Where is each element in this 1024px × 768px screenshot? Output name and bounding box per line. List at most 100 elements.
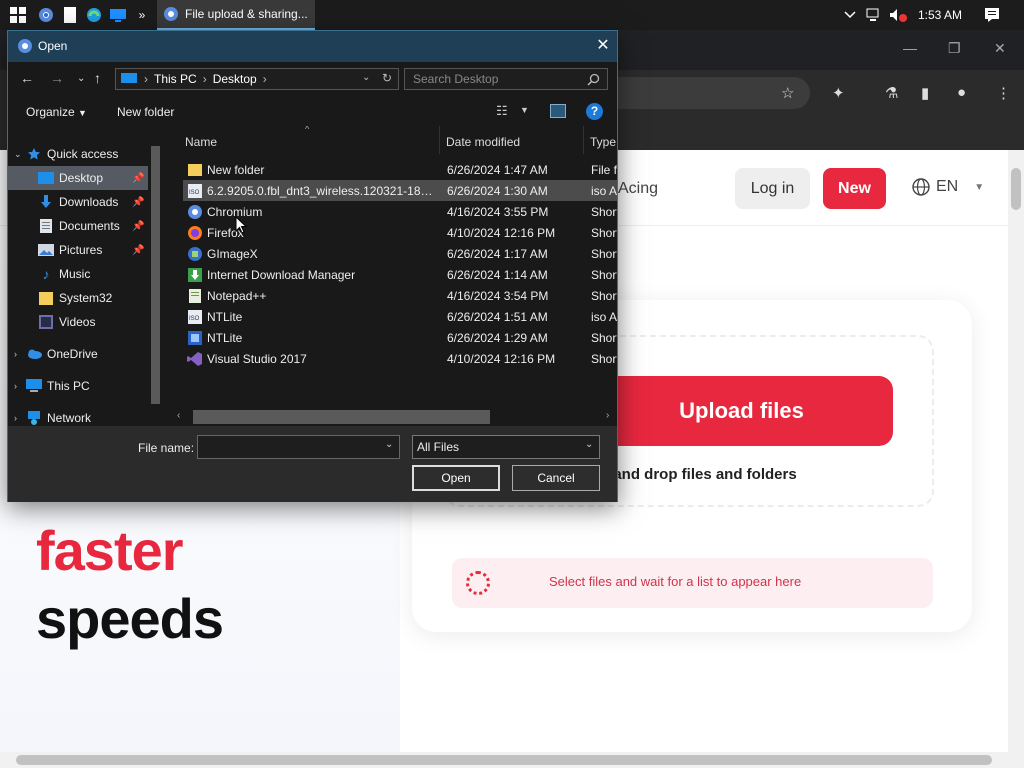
labs-flask-icon[interactable]: ⚗ [885,84,898,102]
address-history-chevron-icon[interactable]: ⌄ [362,72,370,83]
breadcrumb-desktop[interactable]: Desktop [213,72,257,86]
file-name-history-chevron-icon[interactable]: ⌄ [385,439,393,450]
dialog-close-icon[interactable]: ✕ [593,36,613,56]
view-chevron-down-icon[interactable]: ▼ [520,105,529,115]
page-vertical-scrollbar[interactable] [1008,150,1024,752]
tray-chevron-up-icon[interactable] [840,5,860,25]
cancel-button[interactable]: Cancel [512,465,600,491]
visual-studio-icon [187,351,203,367]
chromium-taskbar-icon[interactable] [36,5,56,25]
preview-pane-icon[interactable] [550,104,566,118]
volume-muted-icon[interactable] [888,5,908,25]
nav-music[interactable]: ♪ Music [8,262,148,286]
open-button[interactable]: Open [412,465,500,491]
nav-system32[interactable]: System32 [8,286,148,310]
language-selector[interactable]: EN ▼ [912,178,984,196]
file-name-label: File name: [138,441,195,455]
refresh-icon[interactable]: ↻ [382,71,392,85]
nav-this-pc[interactable]: › This PC [8,374,148,398]
file-row[interactable]: Internet Download Manager 6/26/2024 1:14… [183,264,617,285]
address-breadcrumb[interactable]: › This PC › Desktop › ⌄ ↻ [115,68,399,90]
page-horizontal-scroll-thumb[interactable] [16,755,992,765]
nav-link-pricing[interactable]: Acing [618,180,658,198]
pin-icon: 📌 [132,220,145,232]
extensions-icon[interactable]: ✦ [832,84,845,102]
hero-heading-line-1: faster [36,519,184,582]
nav-downloads[interactable]: Downloads 📌 [8,190,148,214]
upload-files-button[interactable]: Upload files [590,376,893,446]
window-close-icon[interactable]: ✕ [994,40,1006,57]
column-header-type[interactable]: Type [590,135,616,149]
file-row[interactable]: GImageX 6/26/2024 1:17 AM Short [183,243,617,264]
navigation-pane-scroll-thumb[interactable] [151,146,160,404]
scroll-right-icon[interactable]: › [606,410,609,421]
file-date: 6/26/2024 1:17 AM [447,247,548,261]
side-panel-icon[interactable]: ▮ [921,84,929,102]
remote-desktop-taskbar-icon[interactable] [108,5,128,25]
organize-button[interactable]: Organize ▼ [26,105,87,119]
nav-documents[interactable]: Documents 📌 [8,214,148,238]
search-desktop-input[interactable]: Search Desktop [404,68,608,90]
nav-desktop[interactable]: Desktop 📌 [8,166,148,190]
file-type-select[interactable]: All Files ⌄ [412,435,600,459]
menu-kebab-icon[interactable]: ⋮ [996,84,1011,102]
file-name-input[interactable]: ⌄ [197,435,400,459]
minimize-icon[interactable]: — [903,40,917,56]
view-options-icon[interactable]: ☷ [496,103,508,119]
column-header-date-modified[interactable]: Date modified [446,135,520,149]
file-row[interactable]: ISO NTLite 6/26/2024 1:51 AM iso A [183,306,617,327]
clock[interactable]: 1:53 AM [918,8,962,22]
back-arrow-icon[interactable]: ← [20,70,34,86]
file-row[interactable]: New folder 6/26/2024 1:47 AM File fo [183,159,617,180]
notepad-taskbar-icon[interactable] [60,5,80,25]
dialog-title-bar[interactable]: Open ✕ [8,31,617,62]
windows-start-icon[interactable] [8,5,28,25]
bookmark-star-icon[interactable]: ☆ [781,84,794,102]
profile-icon[interactable]: ● [957,84,966,101]
column-divider[interactable] [583,126,584,154]
file-row[interactable]: Notepad++ 4/16/2024 3:54 PM Short [183,285,617,306]
login-button[interactable]: Log in [735,168,810,209]
breadcrumb-this-pc[interactable]: This PC [154,72,197,86]
svg-text:ISO: ISO [189,316,200,322]
forward-arrow-icon[interactable]: → [50,70,64,86]
network-tray-icon[interactable] [864,5,884,25]
organize-label: Organize [26,105,75,119]
scroll-left-icon[interactable]: ‹ [177,410,180,421]
page-vertical-scroll-thumb[interactable] [1011,168,1021,210]
help-icon[interactable]: ? [586,103,603,120]
notification-icon[interactable] [982,5,1002,25]
file-list-scroll-thumb[interactable] [193,410,490,424]
file-date: 6/26/2024 1:30 AM [447,184,548,198]
nav-quick-access[interactable]: ⌄ Quick access [8,142,148,166]
recent-locations-chevron-icon[interactable]: ⌄ [77,73,85,84]
file-row[interactable]: Visual Studio 2017 4/10/2024 12:16 PM Sh… [183,348,617,369]
new-folder-button[interactable]: New folder [117,105,174,119]
taskbar: » File upload & sharing... 1:53 AM [0,0,1024,30]
edge-taskbar-icon[interactable] [84,5,104,25]
file-type: Short [591,268,617,282]
pin-icon: 📌 [132,196,145,208]
file-row[interactable]: ISO 6.2.9205.0.fbl_dnt3_wireless.120321-… [183,180,617,201]
nav-videos[interactable]: Videos [8,310,148,334]
restore-icon[interactable]: ❐ [948,40,961,57]
column-divider[interactable] [439,126,440,154]
file-row[interactable]: NTLite 6/26/2024 1:29 AM Short [183,327,617,348]
column-header-name[interactable]: Name [185,135,217,149]
file-row[interactable]: Firefox 4/10/2024 12:16 PM Short [183,222,617,243]
new-button[interactable]: New [823,168,886,209]
file-list-hint: Select files and wait for a list to appe… [549,574,802,589]
sort-ascending-icon: ^ [305,126,310,134]
file-row[interactable]: Chromium 4/16/2024 3:55 PM Short [183,201,617,222]
cloud-icon [26,346,42,362]
iso-icon: ISO [187,309,203,325]
overflow-chevron-icon[interactable]: » [132,5,152,25]
taskbar-active-window[interactable]: File upload & sharing... [157,0,315,30]
up-arrow-icon[interactable]: ↑ [94,70,101,86]
folder-icon [38,290,54,306]
video-icon [38,314,54,330]
desktop-icon [38,170,54,186]
idm-icon [187,267,203,283]
nav-pictures[interactable]: Pictures 📌 [8,238,148,262]
nav-onedrive[interactable]: › OneDrive [8,342,148,366]
